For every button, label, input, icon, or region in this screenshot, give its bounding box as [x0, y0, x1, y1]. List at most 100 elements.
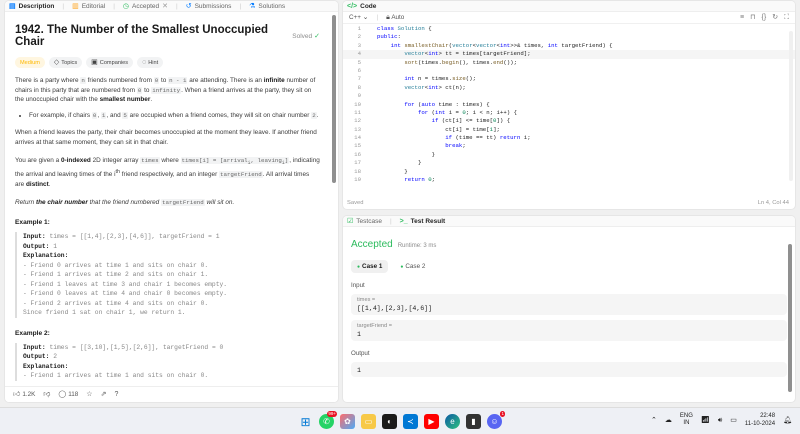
tab-editorial[interactable]: ▥ Editorial [72, 3, 105, 10]
tab-code[interactable]: </> Code [347, 3, 376, 10]
code-scrollbar[interactable] [789, 31, 793, 181]
braces-icon[interactable]: {} [762, 14, 767, 21]
description-scrollbar[interactable] [332, 15, 336, 183]
line-number: 8 [357, 83, 361, 91]
clock[interactable]: 22:48 11-10-2024 [745, 412, 775, 428]
code-text[interactable]: break; [361, 142, 466, 150]
share-button[interactable]: ⇗ [101, 391, 107, 398]
line-number: 16 [354, 150, 361, 158]
tab-submissions[interactable]: ↺ Submissions [186, 3, 232, 10]
language-select[interactable]: C++ ⌄ [349, 14, 369, 21]
hint-chip[interactable]: ◌ Hint [137, 57, 164, 68]
code-line[interactable]: 2 public: [343, 33, 795, 41]
code-text[interactable]: if (time == tt) return i; [361, 134, 530, 142]
case-1-tab[interactable]: ● Case 1 [351, 260, 389, 273]
code-text[interactable]: } [361, 151, 435, 159]
close-icon[interactable]: ✕ [162, 3, 168, 10]
code-text[interactable]: vector<int> tt = times[targetFriend]; [361, 50, 530, 58]
start-icon[interactable]: ⊞ [298, 414, 313, 429]
result-panel: ☑ Testcase | >_ Test Result Accepted Runti… [342, 215, 796, 403]
code-text[interactable]: class Solution { [361, 25, 432, 33]
code-line[interactable]: 6 [343, 67, 795, 75]
dislike-button[interactable]: 👎︎ [43, 391, 50, 398]
like-button[interactable]: 👍︎ 1.2K [13, 391, 35, 398]
case-2-tab[interactable]: ● Case 2 [394, 260, 431, 273]
code-line[interactable]: 13 ct[i] = time[1]; [343, 126, 795, 134]
discord-icon[interactable]: ☺ 1 [487, 411, 505, 429]
tab-test-result[interactable]: >_ Test Result [400, 218, 446, 225]
line-number: 1 [357, 25, 361, 32]
code-line[interactable]: 7 int n = times.size(); [343, 75, 795, 83]
language-indicator[interactable]: ENG IN [680, 413, 693, 428]
example-1-box: Input: times = [[1,4],[2,3],[4,6]], targ… [15, 232, 320, 318]
terminal-icon: >_ [399, 217, 408, 225]
code-text[interactable]: if (ct[i] <= time[0]) { [361, 117, 511, 125]
tab-testcase[interactable]: ☑ Testcase [347, 218, 382, 225]
code-text[interactable]: } [361, 168, 407, 176]
code-text[interactable]: ct[i] = time[1]; [361, 126, 500, 134]
wifi-icon[interactable]: 📶︎ [701, 417, 710, 424]
code-line[interactable]: 16 } [343, 151, 795, 159]
code-text[interactable]: } [361, 159, 421, 167]
code-line[interactable]: 17 } [343, 159, 795, 167]
code-text[interactable]: return 0; [361, 176, 435, 184]
code-line[interactable]: 8 vector<int> ct(n); [343, 84, 795, 92]
favorite-button[interactable]: ☆ [86, 391, 92, 398]
vscode-icon[interactable]: ≺ [403, 414, 418, 429]
bookmark-icon[interactable]: ⊓ [750, 14, 755, 21]
code-text[interactable]: vector<int> ct(n); [361, 84, 465, 92]
editor-status-bar: Saved Ln 4, Col 44 [347, 200, 789, 206]
code-text[interactable]: for (auto time : times) { [361, 101, 489, 109]
format-icon[interactable]: ≡ [740, 14, 744, 21]
help-button[interactable]: ? [114, 391, 118, 398]
code-line[interactable]: 19 return 0; [343, 176, 795, 184]
code-text[interactable]: sort(times.begin(), times.end()); [361, 59, 517, 67]
code-text[interactable]: int smallestChair(vector<vector<int>>& t… [361, 42, 613, 50]
code-line[interactable]: 1 class Solution { [343, 25, 795, 33]
cloud-icon[interactable]: ☁ [665, 417, 672, 424]
problem-title[interactable]: 1942. The Number of the Smallest Unoccup… [15, 24, 292, 48]
autocomplete-mode[interactable]: 🔒︎ Auto [386, 14, 404, 21]
tab-description[interactable]: ▤ Description [9, 3, 54, 10]
code-line[interactable]: 3 int smallestChair(vector<vector<int>>&… [343, 42, 795, 50]
comments-button[interactable]: ◯ 118 [58, 391, 78, 398]
code-line[interactable]: 15 break; [343, 142, 795, 150]
topics-chip[interactable]: ◇ Topics [48, 57, 83, 68]
line-number: 14 [354, 134, 361, 142]
code-line[interactable]: 5 sort(times.begin(), times.end()); [343, 59, 795, 67]
code-text[interactable]: int n = times.size(); [361, 75, 476, 83]
code-text[interactable] [361, 67, 377, 75]
notification-icon[interactable]: 🔔︎ [783, 417, 792, 424]
volume-icon[interactable]: 🔊︎ [718, 417, 722, 424]
result-verdict: Accepted Runtime: 3 ms [351, 239, 787, 250]
code-line[interactable]: 18 } [343, 168, 795, 176]
chevron-up-icon[interactable]: ⌃ [651, 417, 657, 424]
reset-icon[interactable]: ↻ [772, 14, 778, 21]
code-editor[interactable]: 1 class Solution {2 public: 3 int smallestC… [343, 25, 795, 191]
code-line[interactable]: 4 vector<int> tt = times[targetFriend]; [343, 50, 795, 59]
line-number: 9 [357, 92, 361, 100]
terminal-app-icon[interactable]: ▮ [466, 414, 481, 429]
code-text[interactable] [361, 92, 377, 100]
code-text[interactable]: for (int i = 0; i < n; i++) { [361, 109, 517, 117]
result-scrollbar[interactable] [788, 244, 792, 392]
tab-accepted[interactable]: ◷ Accepted ✕ [123, 3, 168, 10]
code-text[interactable]: public: [361, 33, 401, 41]
tab-solutions[interactable]: ⚗ Solutions [249, 3, 285, 10]
code-line[interactable]: 10 for (auto time : times) { [343, 101, 795, 109]
code-line[interactable]: 9 [343, 92, 795, 100]
code-line[interactable]: 12 if (ct[i] <= time[0]) { [343, 117, 795, 125]
whatsapp-icon[interactable]: ✆ 99+ [319, 411, 337, 429]
battery-icon[interactable]: ▭ [730, 417, 737, 424]
edge-icon[interactable]: e [445, 414, 460, 429]
code-line[interactable]: 14 if (time == tt) return i; [343, 134, 795, 142]
companies-chip[interactable]: ▣ Companies [86, 57, 134, 68]
chat-app-icon[interactable]: ◐ [382, 414, 397, 429]
file-explorer-icon[interactable]: ▭ [361, 414, 376, 429]
youtube-icon[interactable]: ▶ [424, 414, 439, 429]
fullscreen-icon[interactable]: ⛶ [784, 14, 789, 21]
code-line[interactable]: 11 for (int i = 0; i < n; i++) { [343, 109, 795, 117]
cursor-position: Ln 4, Col 44 [757, 200, 789, 206]
share-icon: ⇗ [100, 391, 107, 398]
photos-icon[interactable]: ✿ [340, 414, 355, 429]
